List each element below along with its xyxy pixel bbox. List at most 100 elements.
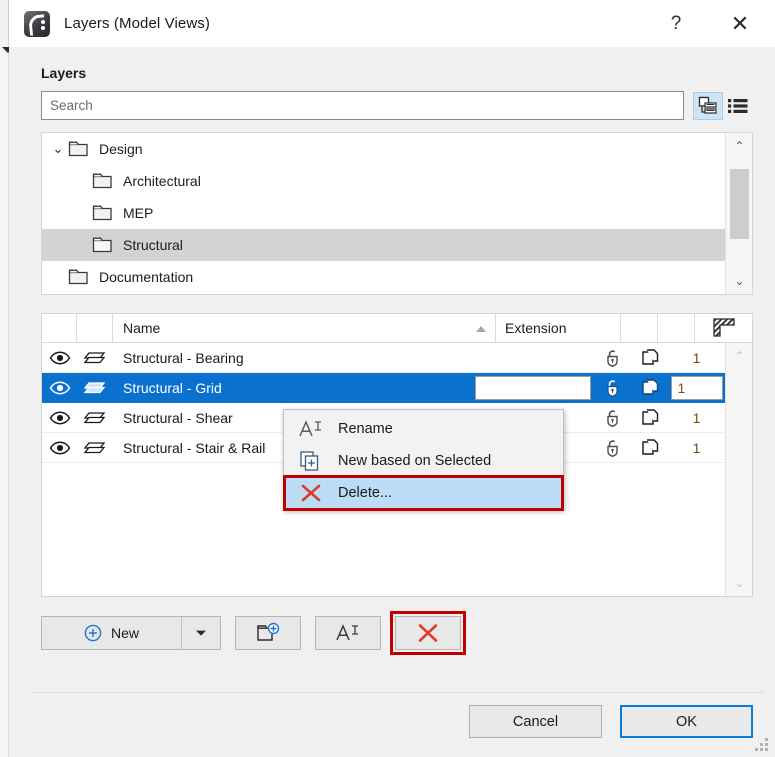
folder-tree-list: ⌄ Design Architectural MEP Structural Do… bbox=[42, 133, 725, 294]
context-menu-item-delete[interactable]: Delete... bbox=[284, 477, 563, 509]
layer-extension[interactable] bbox=[469, 343, 594, 372]
visibility-eye-icon[interactable] bbox=[42, 373, 77, 402]
wireframe-icon[interactable] bbox=[631, 373, 668, 402]
cancel-button[interactable]: Cancel bbox=[469, 705, 602, 738]
chevron-down-icon bbox=[195, 629, 207, 637]
pen-number[interactable]: 1 bbox=[668, 433, 725, 462]
layer-stack-icon[interactable] bbox=[77, 403, 113, 432]
column-header-lock[interactable] bbox=[621, 314, 658, 342]
layer-name[interactable]: Structural - Bearing bbox=[113, 343, 469, 372]
tree-scrollbar[interactable]: ⌃ ⌄ bbox=[725, 133, 752, 294]
column-header-name[interactable]: Name bbox=[113, 314, 496, 342]
new-folder-button[interactable] bbox=[235, 616, 301, 650]
list-view-button[interactable] bbox=[723, 92, 753, 120]
layer-extension-editor[interactable] bbox=[469, 373, 594, 402]
table-row[interactable]: Structural - Grid 1 bbox=[42, 373, 725, 403]
lock-open-icon[interactable] bbox=[594, 373, 631, 402]
wireframe-icon[interactable] bbox=[631, 403, 668, 432]
column-header-visibility[interactable] bbox=[42, 314, 77, 342]
scrollbar-thumb[interactable] bbox=[730, 169, 749, 239]
pen-number[interactable]: 1 bbox=[668, 343, 725, 372]
tree-item-architectural[interactable]: Architectural bbox=[42, 165, 725, 197]
layer-name[interactable]: Structural - Grid bbox=[113, 373, 469, 402]
lock-open-icon[interactable] bbox=[594, 403, 631, 432]
column-header-extension[interactable]: Extension bbox=[496, 314, 621, 342]
rename-icon bbox=[334, 622, 362, 644]
layers-toolbar: New bbox=[41, 611, 753, 655]
rename-icon bbox=[296, 418, 326, 440]
folder-icon bbox=[92, 236, 114, 254]
scroll-up-icon[interactable]: ⌃ bbox=[726, 135, 753, 157]
search-input[interactable] bbox=[42, 98, 683, 113]
context-menu-item-new-based-on-selected[interactable]: New based on Selected bbox=[284, 445, 563, 477]
new-layer-button[interactable]: New bbox=[41, 616, 221, 650]
new-layer-dropdown[interactable] bbox=[181, 617, 220, 649]
search-box[interactable] bbox=[41, 91, 684, 120]
layer-stack-icon[interactable] bbox=[77, 373, 113, 402]
resize-grip[interactable] bbox=[755, 738, 769, 752]
table-scrollbar[interactable]: ⌃ ⌄ bbox=[725, 343, 752, 596]
layers-section-label: Layers bbox=[41, 65, 87, 81]
tree-view-icon bbox=[697, 96, 719, 116]
tree-item-label: Structural bbox=[123, 237, 183, 253]
tree-item-design[interactable]: ⌄ Design bbox=[42, 133, 725, 165]
folder-icon bbox=[92, 172, 114, 190]
ok-button[interactable]: OK bbox=[620, 705, 753, 738]
context-menu-item-label: Rename bbox=[338, 421, 393, 437]
scroll-down-icon[interactable]: ⌄ bbox=[726, 270, 753, 292]
archicad-logo-icon bbox=[24, 10, 50, 37]
view-toggle-group bbox=[693, 91, 753, 120]
search-row bbox=[41, 91, 753, 120]
pen-number-editor[interactable]: 1 bbox=[668, 373, 725, 402]
wireframe-icon[interactable] bbox=[631, 343, 668, 372]
visibility-eye-icon[interactable] bbox=[42, 403, 77, 432]
tree-item-label: Documentation bbox=[99, 269, 194, 285]
visibility-eye-icon[interactable] bbox=[42, 343, 77, 372]
help-button[interactable]: ? bbox=[653, 4, 699, 44]
pen-input[interactable]: 1 bbox=[670, 375, 723, 400]
layer-stack-icon[interactable] bbox=[77, 433, 113, 462]
table-header-row: Name Extension bbox=[42, 314, 752, 343]
delete-button[interactable] bbox=[395, 616, 461, 650]
chevron-down-icon[interactable]: ⌄ bbox=[48, 139, 68, 159]
close-button[interactable]: ✕ bbox=[717, 4, 763, 44]
context-menu-item-rename[interactable]: Rename bbox=[284, 413, 563, 445]
visibility-eye-icon[interactable] bbox=[42, 433, 77, 462]
pen-number[interactable]: 1 bbox=[668, 403, 725, 432]
delete-x-icon bbox=[415, 621, 441, 645]
tree-view-button[interactable] bbox=[693, 91, 723, 120]
lock-open-icon[interactable] bbox=[594, 343, 631, 372]
footer-divider bbox=[31, 692, 763, 693]
table-row[interactable]: Structural - Bearing 1 bbox=[42, 343, 725, 373]
tree-item-structural[interactable]: Structural bbox=[42, 229, 725, 261]
lock-open-icon[interactable] bbox=[594, 433, 631, 462]
column-header-wireframe[interactable] bbox=[658, 314, 695, 342]
context-menu: Rename New based on Selected Delete... bbox=[283, 409, 564, 511]
scroll-up-icon[interactable]: ⌃ bbox=[726, 345, 753, 367]
context-menu-item-label: Delete... bbox=[338, 485, 392, 501]
rename-button[interactable] bbox=[315, 616, 381, 650]
column-header-layer-type[interactable] bbox=[77, 314, 113, 342]
delete-button-wrapper bbox=[390, 611, 466, 655]
dialog-title: Layers (Model Views) bbox=[64, 15, 210, 32]
tree-item-mep[interactable]: MEP bbox=[42, 197, 725, 229]
tree-item-label: Architectural bbox=[123, 173, 201, 189]
scroll-down-icon[interactable]: ⌄ bbox=[726, 572, 753, 594]
dialog-body: Layers Search ⌄ Design Architectural MEP… bbox=[9, 65, 775, 655]
extension-input[interactable] bbox=[475, 375, 591, 400]
layer-stack-icon[interactable] bbox=[77, 343, 113, 372]
tree-item-documentation[interactable]: Documentation bbox=[42, 261, 725, 293]
wireframe-icon[interactable] bbox=[631, 433, 668, 462]
tree-item-label: Design bbox=[99, 141, 143, 157]
new-layer-main[interactable]: New bbox=[42, 617, 181, 649]
column-header-pen[interactable] bbox=[695, 314, 752, 342]
plus-circle-icon bbox=[84, 624, 102, 642]
dialog-titlebar: Layers (Model Views) ? ✕ bbox=[9, 0, 775, 47]
tree-item-label: MEP bbox=[123, 205, 154, 221]
folder-icon bbox=[92, 204, 114, 222]
folder-icon bbox=[68, 268, 90, 286]
new-folder-icon bbox=[255, 621, 281, 645]
